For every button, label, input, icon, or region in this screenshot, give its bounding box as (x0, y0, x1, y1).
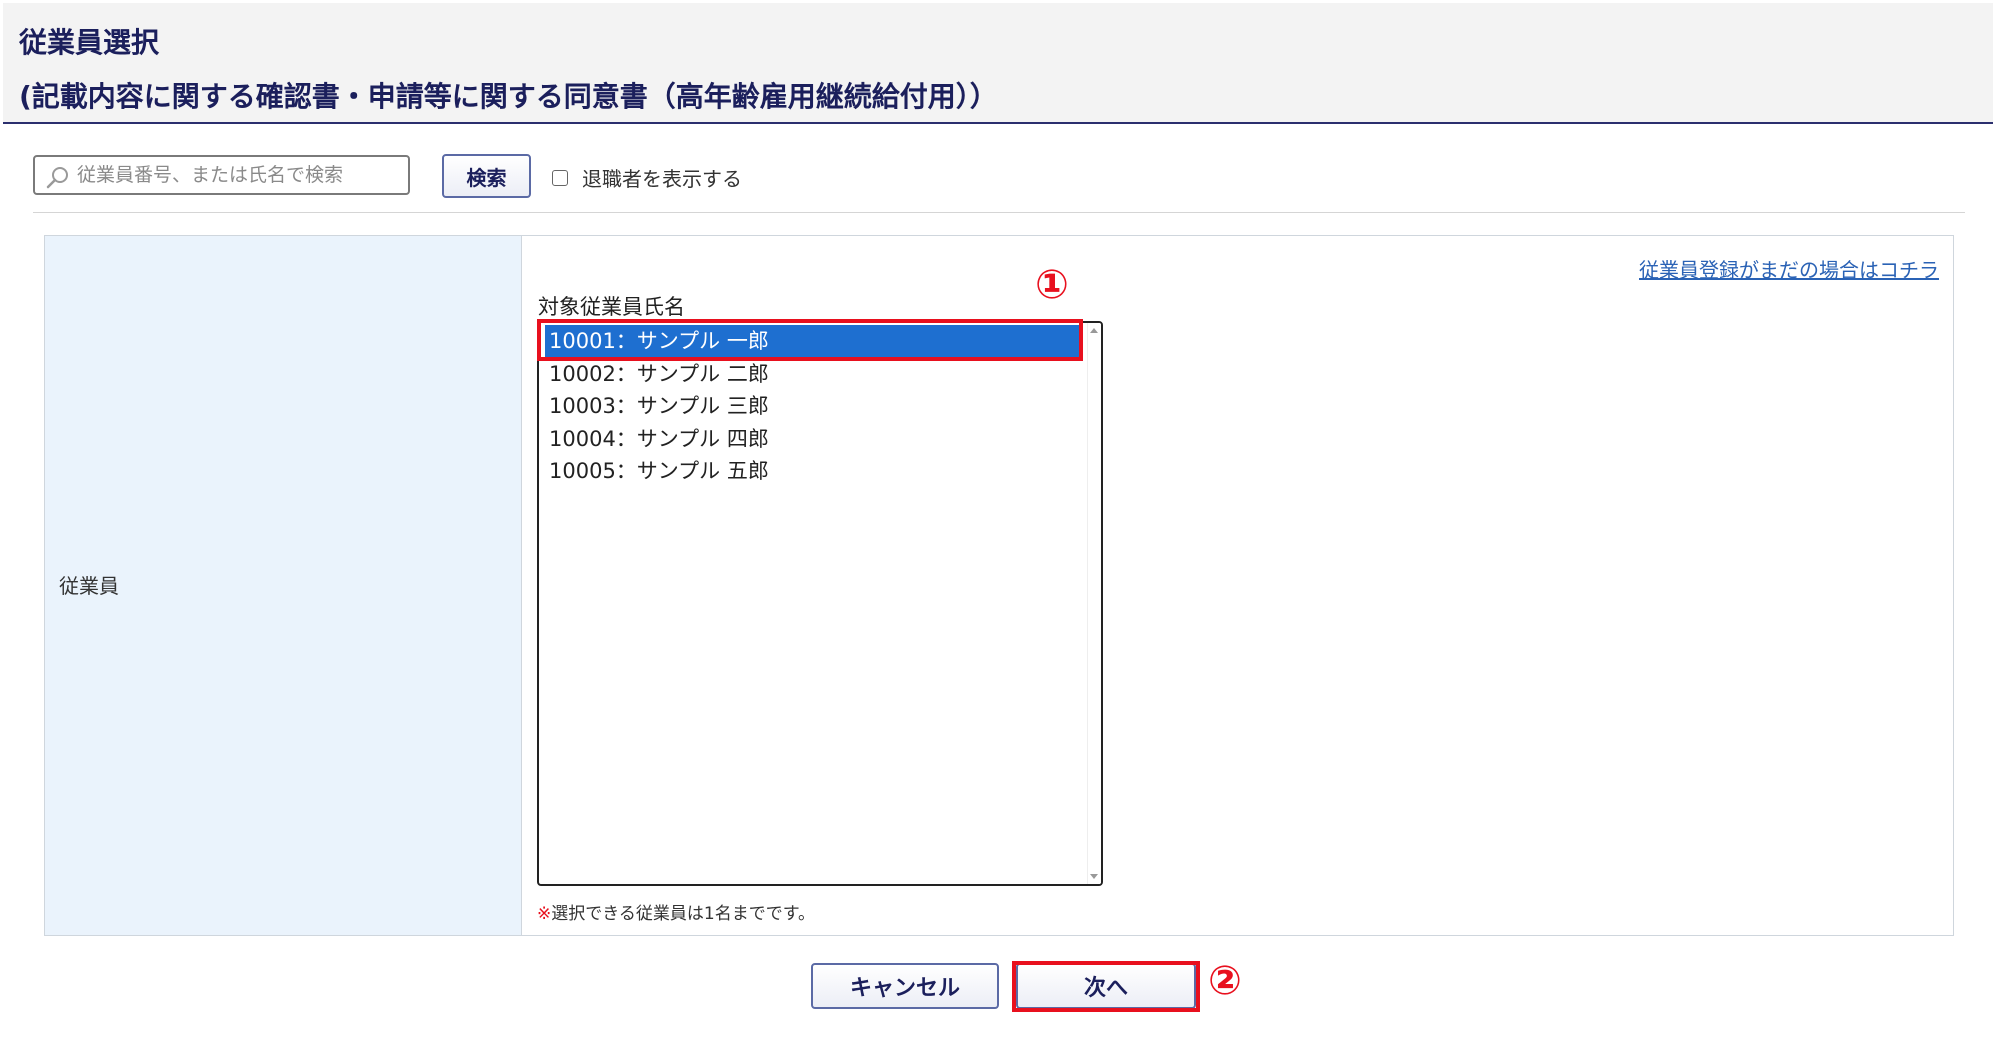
register-employee-link[interactable]: 従業員登録がまだの場合はコチラ (1639, 254, 1939, 283)
employee-form-table: 従業員 従業員登録がまだの場合はコチラ 対象従業員氏名 10001：サンプル 一… (44, 235, 1954, 936)
search-field[interactable] (33, 155, 410, 195)
scroll-up-icon[interactable] (1090, 328, 1098, 333)
scroll-down-icon[interactable] (1090, 874, 1098, 879)
employee-listbox[interactable]: 10001：サンプル 一郎 10002：サンプル 二郎 10003：サンプル 三郎 1… (537, 321, 1103, 886)
employee-option[interactable]: 10004：サンプル 四郎 (545, 423, 1083, 455)
note-mark: ※ (537, 904, 552, 924)
employee-row-label: 従業員 (59, 574, 119, 598)
show-retired-toggle[interactable]: 退職者を表示する (552, 163, 742, 192)
next-button[interactable]: 次へ (1016, 963, 1196, 1009)
search-icon (46, 167, 68, 189)
employee-value-cell: 従業員登録がまだの場合はコチラ 対象従業員氏名 10001：サンプル 一郎 100… (523, 236, 1953, 935)
listbox-scrollbar[interactable] (1087, 323, 1101, 884)
annotation-marker-2: ② (1208, 958, 1242, 1004)
selection-note: ※選択できる従業員は1名までです。 (537, 899, 815, 924)
employee-option[interactable]: 10005：サンプル 五郎 (545, 455, 1083, 487)
cancel-button[interactable]: キャンセル (811, 963, 999, 1009)
page-title: 従業員選択 (19, 26, 160, 59)
employee-label-cell: 従業員 (45, 236, 522, 935)
annotation-marker-1: ① (1035, 262, 1069, 308)
show-retired-checkbox[interactable] (552, 169, 568, 186)
employee-option[interactable]: 10001：サンプル 一郎 (545, 325, 1083, 357)
show-retired-label: 退職者を表示する (582, 167, 742, 191)
employee-option[interactable]: 10002：サンプル 二郎 (545, 358, 1083, 390)
employee-option[interactable]: 10003：サンプル 三郎 (545, 390, 1083, 422)
note-text: 選択できる従業員は1名までです。 (551, 904, 816, 924)
page-subtitle: (記載内容に関する確認書・申請等に関する同意書（高年齢雇用継続給付用）） (19, 80, 998, 113)
employee-list-label: 対象従業員氏名 (538, 295, 685, 319)
divider (33, 212, 1965, 213)
page-header: 従業員選択 (記載内容に関する確認書・申請等に関する同意書（高年齢雇用継続給付用… (3, 3, 1993, 124)
search-button[interactable]: 検索 (442, 154, 531, 198)
search-input[interactable] (77, 161, 397, 189)
